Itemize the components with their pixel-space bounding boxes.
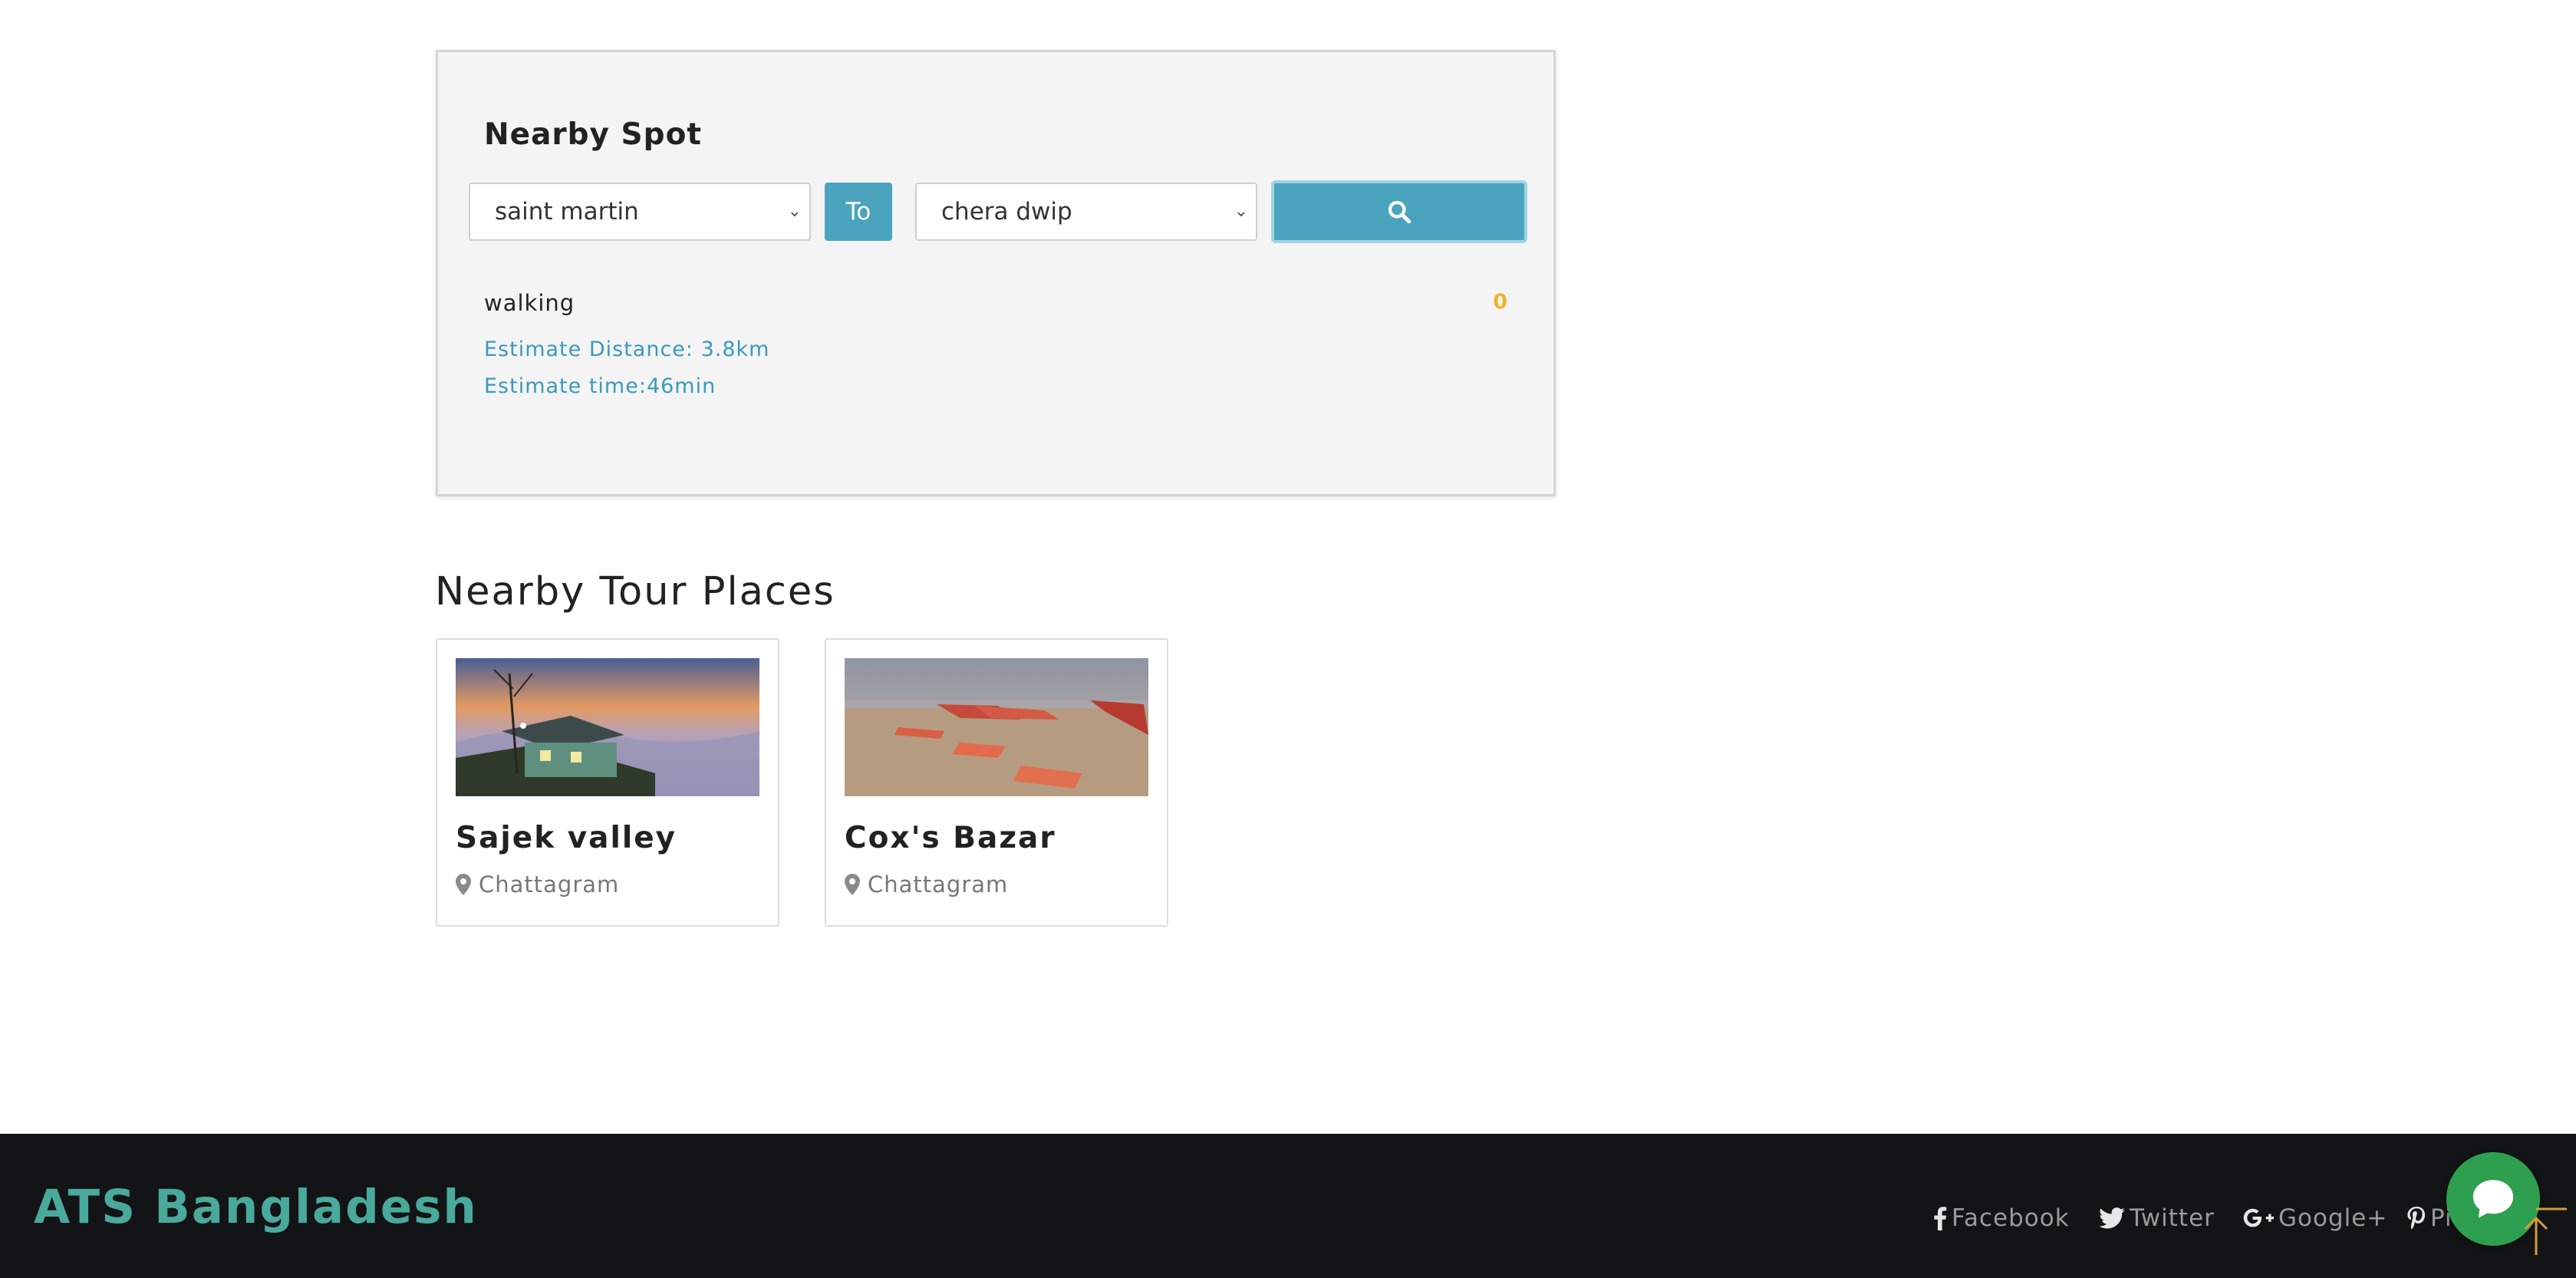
- nearby-spot-panel: Nearby Spot saint martin ⌄ To chera dwip…: [436, 50, 1556, 496]
- to-location-value: chera dwip: [941, 198, 1072, 226]
- place-location-label: Chattagram: [479, 871, 620, 898]
- footer: ATS Bangladesh Facebook Twitter Google+ …: [0, 1134, 2576, 1278]
- place-name[interactable]: Sajek valley: [456, 821, 677, 855]
- to-location-select[interactable]: chera dwip ⌄: [915, 183, 1257, 241]
- footer-brand[interactable]: ATS Bangladesh: [34, 1180, 478, 1234]
- travel-mode-label: walking: [484, 290, 575, 316]
- place-location: Chattagram: [845, 871, 1008, 898]
- travel-mode-count: 0: [1493, 290, 1507, 314]
- scroll-top-icon[interactable]: [2522, 1203, 2568, 1257]
- social-link-pinterest[interactable]: Pi: [2407, 1204, 2452, 1232]
- place-card-coxs-bazar[interactable]: Cox's Bazar Chattagram: [825, 638, 1168, 927]
- social-label: Twitter: [2130, 1204, 2215, 1232]
- chat-icon: [2472, 1180, 2514, 1218]
- nearby-tour-places-title: Nearby Tour Places: [435, 569, 835, 614]
- social-link-facebook[interactable]: Facebook: [1933, 1204, 2070, 1232]
- to-button[interactable]: To: [825, 183, 892, 241]
- chevron-down-icon: ⌄: [787, 202, 802, 221]
- place-name[interactable]: Cox's Bazar: [845, 821, 1056, 855]
- place-location: Chattagram: [456, 871, 619, 898]
- facebook-icon: [1934, 1207, 1947, 1230]
- search-icon: [1388, 200, 1412, 224]
- place-location-label: Chattagram: [868, 871, 1009, 898]
- place-image[interactable]: [456, 658, 759, 796]
- search-button[interactable]: [1271, 180, 1527, 243]
- google-plus-icon: [2243, 1208, 2274, 1227]
- map-marker-icon: [845, 874, 860, 895]
- estimate-distance: Estimate Distance: 3.8km: [484, 338, 770, 361]
- place-image[interactable]: [845, 658, 1148, 796]
- social-link-google-plus[interactable]: Google+: [2243, 1204, 2387, 1232]
- place-card-sajek[interactable]: Sajek valley Chattagram: [436, 638, 779, 927]
- estimate-time: Estimate time:46min: [484, 374, 716, 398]
- social-label: Facebook: [1952, 1204, 2070, 1232]
- from-location-value: saint martin: [495, 198, 639, 226]
- nearby-spot-title: Nearby Spot: [484, 117, 702, 152]
- map-marker-icon: [456, 874, 471, 895]
- twitter-icon: [2099, 1207, 2125, 1229]
- pinterest-icon: [2407, 1207, 2426, 1230]
- social-link-twitter[interactable]: Twitter: [2099, 1204, 2215, 1232]
- from-location-select[interactable]: saint martin ⌄: [469, 183, 811, 241]
- chevron-down-icon: ⌄: [1234, 202, 1248, 221]
- social-label: Google+: [2278, 1204, 2388, 1232]
